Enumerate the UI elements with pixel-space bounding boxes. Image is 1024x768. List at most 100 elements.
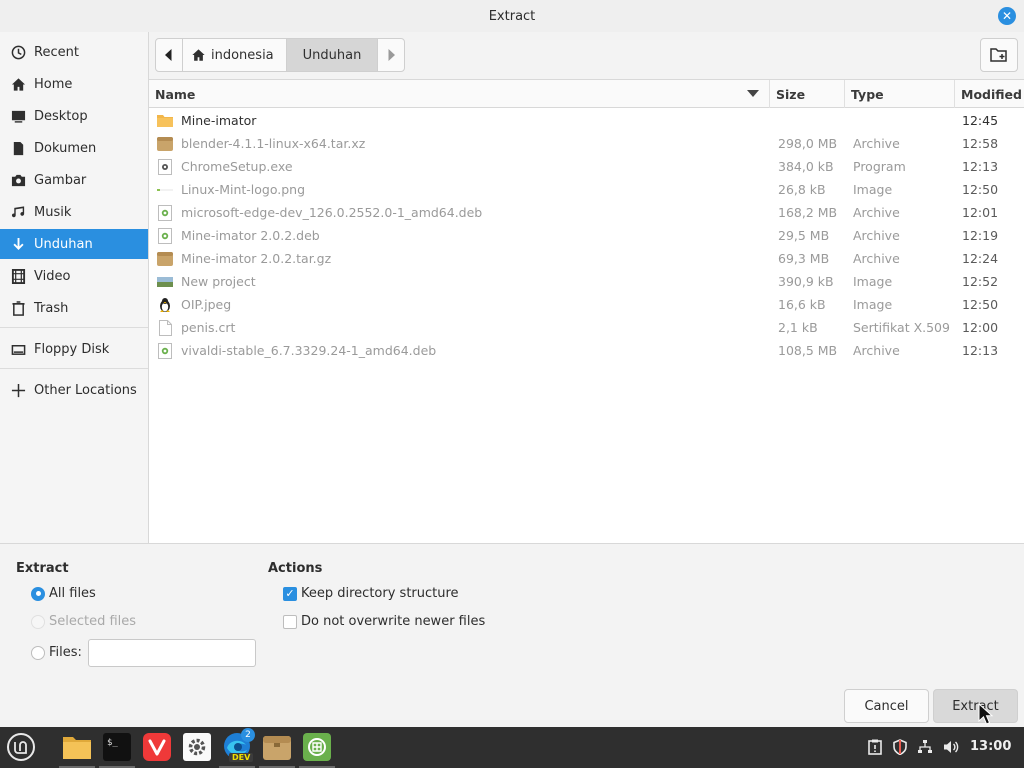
sidebar-item-desktop[interactable]: Desktop — [0, 101, 148, 131]
path-bar: indonesia Unduhan — [155, 38, 406, 72]
column-header-label: Modified — [961, 86, 1022, 102]
terminal-icon[interactable]: $_ — [101, 731, 133, 763]
file-size: 2,1 kB — [778, 320, 818, 335]
title-bar: Extract ✕ — [0, 0, 1024, 32]
clock[interactable]: 13:00 — [970, 739, 1011, 754]
deb-icon — [157, 227, 173, 244]
file-modified: 12:13 — [962, 343, 999, 358]
certificate-icon — [157, 319, 173, 336]
network-icon[interactable] — [915, 737, 935, 757]
vivaldi-icon[interactable] — [141, 731, 173, 763]
sidebar-item-recent[interactable]: Recent — [0, 37, 148, 67]
column-header-size[interactable]: Size — [770, 80, 845, 108]
sidebar-item-label: Video — [34, 268, 71, 284]
file-name: ChromeSetup.exe — [181, 159, 293, 174]
taskbar: $_ DEV 2 13:00 — [0, 727, 1024, 768]
document-icon — [10, 140, 26, 156]
file-name: penis.crt — [181, 320, 236, 335]
file-name: New project — [181, 274, 256, 289]
shield-icon[interactable] — [890, 737, 910, 757]
volume-icon[interactable] — [941, 737, 961, 757]
new-folder-button[interactable] — [980, 38, 1018, 72]
file-row[interactable]: microsoft-edge-dev_126.0.2552.0-1_amd64.… — [149, 201, 1024, 224]
file-type: Image — [853, 182, 893, 197]
path-back-button[interactable] — [156, 39, 183, 71]
file-name: Mine-imator 2.0.2.tar.gz — [181, 251, 332, 266]
file-row[interactable]: New project 390,9 kB Image 12:52 — [149, 270, 1024, 293]
sidebar-item-label: Recent — [34, 44, 79, 60]
close-button[interactable]: ✕ — [998, 7, 1016, 25]
file-type: Archive — [853, 136, 900, 151]
sidebar-item-musik[interactable]: Musik — [0, 197, 148, 227]
file-modified: 12:00 — [962, 320, 999, 335]
breadcrumb-home[interactable]: indonesia — [183, 39, 287, 71]
files-pattern-radio[interactable]: Files: — [31, 645, 82, 660]
file-size: 29,5 MB — [778, 228, 830, 243]
file-modified: 12:19 — [962, 228, 999, 243]
file-modified: 12:50 — [962, 182, 999, 197]
archive-manager-icon[interactable] — [261, 731, 293, 763]
sidebar-item-home[interactable]: Home — [0, 69, 148, 99]
file-row[interactable]: penis.crt 2,1 kB Sertifikat X.509 12:00 — [149, 316, 1024, 339]
settings-icon[interactable] — [181, 731, 213, 763]
keep-directory-structure-checkbox[interactable]: ✓ Keep directory structure — [283, 586, 459, 601]
file-row[interactable]: ChromeSetup.exe 384,0 kB Program 12:13 — [149, 155, 1024, 178]
file-modified: 12:13 — [962, 159, 999, 174]
file-row[interactable]: Mine-imator 2.0.2.tar.gz 69,3 MB Archive… — [149, 247, 1024, 270]
sidebar-item-label: Home — [34, 76, 73, 92]
file-row[interactable]: Mine-imator 12:45 — [149, 109, 1024, 132]
checkmark-icon: ✓ — [283, 586, 297, 601]
home-icon — [192, 49, 205, 61]
cancel-button[interactable]: Cancel — [844, 689, 929, 723]
chevron-left-icon — [165, 49, 172, 61]
edge-dev-icon[interactable]: DEV 2 — [221, 728, 255, 763]
sidebar-item-other-locations[interactable]: Other Locations — [0, 375, 148, 405]
file-row[interactable]: blender-4.1.1-linux-x64.tar.xz 298,0 MB … — [149, 132, 1024, 155]
chevron-right-icon — [388, 49, 396, 61]
file-size: 26,8 kB — [778, 182, 826, 197]
plus-icon — [10, 382, 26, 398]
selected-files-radio[interactable]: Selected files — [31, 614, 136, 629]
deb-icon — [157, 204, 173, 221]
home-icon — [10, 76, 26, 92]
radio-indicator — [31, 586, 45, 601]
column-header-modified[interactable]: Modified — [955, 80, 1024, 108]
clipboard-icon[interactable] — [865, 737, 885, 757]
file-size: 298,0 MB — [778, 136, 838, 151]
all-files-radio[interactable]: All files — [31, 586, 96, 601]
file-type: Image — [853, 274, 893, 289]
deb-icon — [157, 342, 173, 359]
file-modified: 12:45 — [962, 113, 999, 128]
file-type: Archive — [853, 343, 900, 358]
file-row[interactable]: Linux-Mint-logo.png 26,8 kB Image 12:50 — [149, 178, 1024, 201]
sidebar-item-video[interactable]: Video — [0, 261, 148, 291]
floppy-icon — [10, 341, 26, 357]
file-row[interactable]: OIP.jpeg 16,6 kB Image 12:50 — [149, 293, 1024, 316]
files-pattern-input[interactable] — [88, 639, 256, 667]
spreadsheet-icon[interactable] — [301, 731, 333, 763]
checkbox-box — [283, 614, 297, 629]
file-row[interactable]: Mine-imator 2.0.2.deb 29,5 MB Archive 12… — [149, 224, 1024, 247]
breadcrumb-current[interactable]: Unduhan — [286, 39, 378, 71]
no-overwrite-label: Do not overwrite newer files — [301, 614, 486, 629]
sidebar-item-floppy-disk[interactable]: Floppy Disk — [0, 334, 148, 364]
file-size: 16,6 kB — [778, 297, 826, 312]
path-forward-button[interactable] — [377, 39, 404, 71]
sidebar-item-trash[interactable]: Trash — [0, 293, 148, 323]
no-overwrite-checkbox[interactable]: Do not overwrite newer files — [283, 614, 485, 629]
file-size: 168,2 MB — [778, 205, 838, 220]
column-header-name[interactable]: Name — [149, 80, 770, 108]
radio-indicator — [31, 614, 45, 629]
sidebar-item-label: Unduhan — [34, 236, 93, 252]
extract-button[interactable]: Extract — [933, 689, 1018, 723]
file-row[interactable]: vivaldi-stable_6.7.3329.24-1_amd64.deb 1… — [149, 339, 1024, 362]
keep-directory-label: Keep directory structure — [301, 586, 459, 601]
mint-menu-icon[interactable] — [5, 731, 37, 763]
breadcrumb-label: Unduhan — [302, 47, 362, 63]
sidebar-item-gambar[interactable]: Gambar — [0, 165, 148, 195]
places-sidebar: Recent Home Desktop Dokumen Gambar Musik — [0, 32, 149, 543]
files-icon[interactable] — [61, 731, 93, 763]
sidebar-item-unduhan[interactable]: Unduhan — [0, 229, 148, 259]
column-header-type[interactable]: Type — [845, 80, 955, 108]
sidebar-item-dokumen[interactable]: Dokumen — [0, 133, 148, 163]
